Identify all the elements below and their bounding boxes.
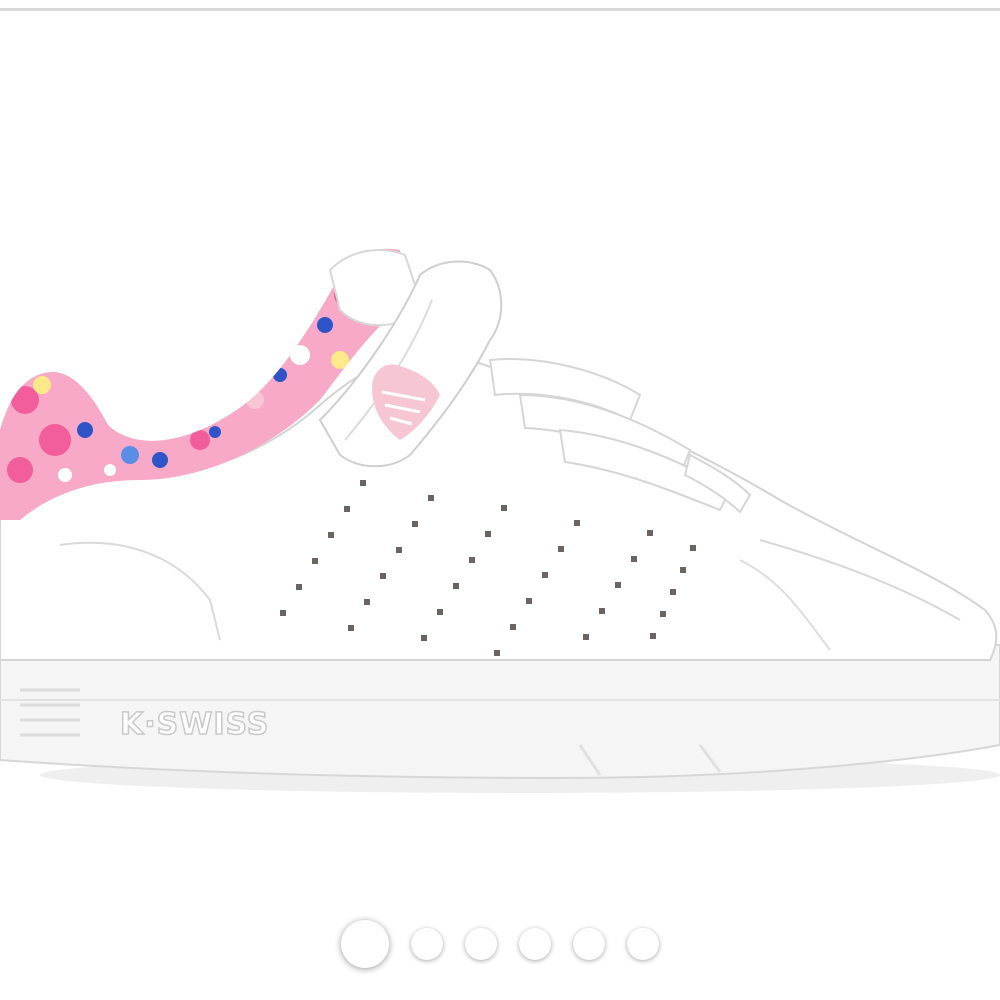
sneaker-illustration: K·SWISS — [0, 248, 1000, 793]
perforation-hole — [428, 495, 434, 501]
perforation-hole — [660, 611, 666, 617]
carousel-indicators — [0, 912, 1000, 976]
perforation-hole — [412, 521, 418, 527]
perforation-hole — [650, 633, 656, 639]
perforation-hole — [360, 480, 366, 486]
carousel-dot-3[interactable] — [465, 928, 497, 960]
perforation-hole — [526, 598, 532, 604]
perforation-hole — [344, 506, 350, 512]
perforation-hole — [574, 520, 580, 526]
sole-brand-text: K·SWISS — [120, 707, 269, 742]
perforation-hole — [453, 583, 459, 589]
perforation-hole — [631, 556, 637, 562]
product-image-viewer: K·SWISS — [0, 0, 1000, 1000]
perforation-hole — [647, 530, 653, 536]
perforation-hole — [469, 557, 475, 563]
perforation-hole — [510, 624, 516, 630]
shoe-upper — [0, 352, 998, 661]
perforation-hole — [670, 589, 676, 595]
perforation-hole — [690, 545, 696, 551]
carousel-dot-4[interactable] — [519, 928, 551, 960]
perforation-hole — [680, 567, 686, 573]
perforation-hole — [296, 584, 302, 590]
perforation-hole — [599, 608, 605, 614]
perforation-hole — [421, 635, 427, 641]
perforation-hole — [380, 573, 386, 579]
perforation-hole — [328, 532, 334, 538]
perforation-hole — [485, 531, 491, 537]
carousel-dot-5[interactable] — [573, 928, 605, 960]
perforation-hole — [615, 582, 621, 588]
perforation-hole — [312, 558, 318, 564]
perforation-hole — [280, 610, 286, 616]
carousel-dot-2[interactable] — [411, 928, 443, 960]
perforation-hole — [558, 546, 564, 552]
perforation-hole — [348, 625, 354, 631]
carousel-dot-1[interactable] — [341, 920, 389, 968]
perforation-hole — [542, 572, 548, 578]
perforation-hole — [396, 547, 402, 553]
perforation-hole — [583, 634, 589, 640]
perforation-hole — [437, 609, 443, 615]
carousel-dot-6[interactable] — [627, 928, 659, 960]
perforation-hole — [364, 599, 370, 605]
product-image[interactable]: K·SWISS — [0, 11, 1000, 891]
perforation-hole — [494, 650, 500, 656]
perforation-hole — [501, 505, 507, 511]
